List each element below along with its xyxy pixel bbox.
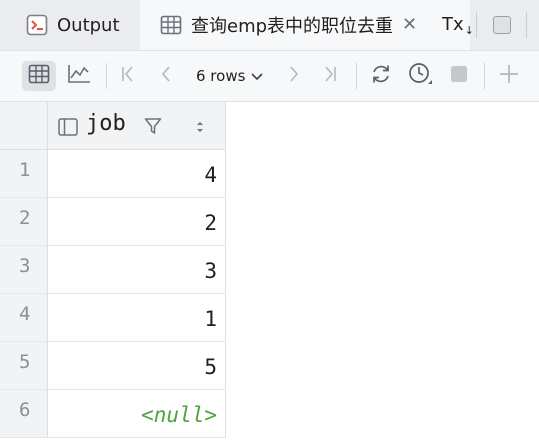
table-row[interactable]: 6 <null> bbox=[0, 390, 226, 438]
chart-view-button[interactable] bbox=[62, 61, 96, 91]
output-console-icon bbox=[26, 14, 48, 36]
column-icon bbox=[58, 118, 78, 140]
add-row-button[interactable] bbox=[494, 61, 524, 91]
stop-icon bbox=[450, 65, 468, 87]
filter-icon[interactable] bbox=[144, 117, 162, 139]
sort-icon[interactable] bbox=[195, 119, 205, 138]
transaction-icon: Tx↓ bbox=[442, 13, 474, 37]
next-page-button[interactable] bbox=[280, 61, 308, 91]
stop-button[interactable] bbox=[444, 61, 474, 91]
add-row-icon bbox=[499, 64, 519, 88]
job-cell[interactable]: 2 bbox=[48, 198, 226, 246]
row-number[interactable]: 1 bbox=[0, 150, 48, 198]
chevron-down-icon bbox=[251, 67, 263, 85]
stop-tab-icon[interactable] bbox=[493, 16, 511, 34]
last-page-icon bbox=[321, 65, 339, 87]
job-cell[interactable]: 1 bbox=[48, 294, 226, 342]
row-number[interactable]: 2 bbox=[0, 198, 48, 246]
history-clock-icon bbox=[408, 62, 434, 90]
first-page-icon bbox=[119, 65, 137, 87]
first-page-button[interactable] bbox=[114, 61, 142, 91]
job-cell-null[interactable]: <null> bbox=[48, 390, 226, 438]
next-page-icon bbox=[285, 65, 303, 87]
column-name: job bbox=[86, 111, 126, 136]
job-cell[interactable]: 4 bbox=[48, 150, 226, 198]
close-tab-icon[interactable]: ✕ bbox=[402, 14, 417, 35]
chart-view-icon bbox=[67, 64, 91, 88]
last-page-button[interactable] bbox=[316, 61, 344, 91]
job-cell[interactable]: 3 bbox=[48, 246, 226, 294]
grid-corner[interactable] bbox=[0, 102, 48, 150]
table-row[interactable]: 2 2 bbox=[0, 198, 226, 246]
tab-query-label: 查询emp表中的职位去重 bbox=[191, 16, 394, 37]
grid-view-icon bbox=[28, 64, 50, 88]
toolbar-divider bbox=[356, 63, 357, 89]
rows-count-label: 6 rows bbox=[196, 67, 246, 85]
tab-transaction[interactable]: Tx↓ bbox=[442, 0, 474, 50]
tab-output[interactable]: Output bbox=[26, 0, 120, 50]
prev-page-button[interactable] bbox=[152, 61, 180, 91]
row-number[interactable]: 3 bbox=[0, 246, 48, 294]
refresh-icon bbox=[370, 63, 392, 89]
history-button[interactable] bbox=[404, 61, 438, 91]
tab-query-result[interactable]: 查询emp表中的职位去重 ✕ bbox=[140, 0, 470, 50]
row-number[interactable]: 6 bbox=[0, 390, 48, 438]
result-toolbar: 6 rows bbox=[0, 50, 539, 102]
column-header-job[interactable]: job bbox=[48, 102, 226, 150]
prev-page-icon bbox=[157, 65, 175, 87]
table-row[interactable]: 5 5 bbox=[0, 342, 226, 390]
tab-output-label: Output bbox=[57, 14, 120, 36]
refresh-button[interactable] bbox=[366, 61, 396, 91]
toolbar-divider bbox=[106, 63, 107, 89]
editor-tab-bar: Output 查询emp表中的职位去重 ✕ Tx↓ bbox=[0, 0, 539, 50]
toolbar-divider bbox=[484, 63, 485, 89]
table-row[interactable]: 4 1 bbox=[0, 294, 226, 342]
table-row[interactable]: 3 3 bbox=[0, 246, 226, 294]
job-cell[interactable]: 5 bbox=[48, 342, 226, 390]
rows-dropdown[interactable]: 6 rows bbox=[196, 63, 263, 89]
tab-divider bbox=[476, 12, 477, 38]
table-row[interactable]: 1 4 bbox=[0, 150, 226, 198]
table-grid-icon bbox=[160, 15, 182, 35]
row-number[interactable]: 4 bbox=[0, 294, 48, 342]
row-number[interactable]: 5 bbox=[0, 342, 48, 390]
tab-divider bbox=[526, 12, 527, 38]
grid-view-button[interactable] bbox=[22, 61, 56, 91]
